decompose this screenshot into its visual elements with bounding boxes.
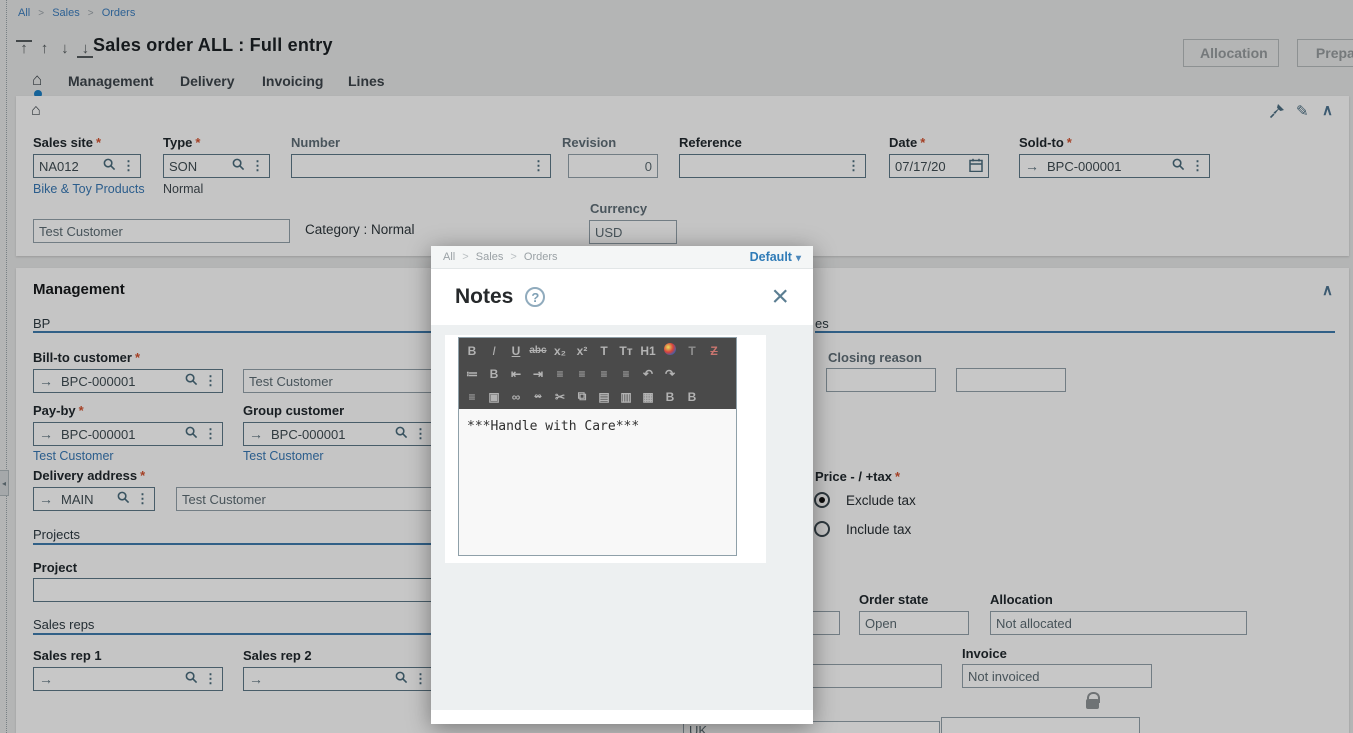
breadcrumb-item-sales[interactable]: Sales: [476, 251, 504, 263]
bullet-list-icon[interactable]: ≔: [461, 367, 483, 381]
align-center-icon[interactable]: ≡: [571, 367, 593, 381]
italic-icon[interactable]: I: [483, 344, 505, 358]
outdent-icon[interactable]: ⇤: [505, 367, 527, 381]
view-selector[interactable]: Default▾: [750, 250, 801, 264]
cut-icon[interactable]: ✂: [549, 390, 571, 404]
image-icon[interactable]: ▣: [483, 390, 505, 404]
caret-down-icon: ▾: [796, 253, 801, 264]
unlink-icon[interactable]: ∞: [527, 391, 549, 402]
align-left-icon[interactable]: ≡: [549, 367, 571, 381]
paste-text-icon[interactable]: ▥: [615, 390, 637, 404]
bold-icon[interactable]: B: [461, 344, 483, 358]
underline-icon[interactable]: U: [505, 344, 527, 358]
font-color-icon[interactable]: [659, 343, 681, 358]
align-justify-icon[interactable]: ≡: [615, 367, 637, 381]
copy-icon[interactable]: ⧉: [571, 389, 593, 404]
text-size-icon[interactable]: T: [593, 344, 615, 358]
note-text-area[interactable]: ***Handle with Care***: [459, 409, 736, 555]
small-caps-icon[interactable]: Tᴛ: [615, 344, 637, 358]
dialog-title: Notes: [455, 285, 513, 309]
bold-alt-icon[interactable]: B: [659, 390, 681, 404]
breadcrumb-item-all[interactable]: All: [443, 251, 455, 263]
undo-icon[interactable]: ↶: [637, 367, 659, 381]
strikethrough-icon[interactable]: abc: [527, 345, 549, 356]
print-icon[interactable]: ▦: [637, 390, 659, 404]
dialog-breadcrumb-bar: All > Sales > Orders Default▾: [431, 246, 813, 269]
breadcrumb-separator: >: [462, 251, 468, 263]
bold-alt2-icon[interactable]: B: [681, 390, 703, 404]
rich-text-editor: BIUabcx₂x²TTᴛH1TZ≔B⇤⇥≡≡≡≡↶↷≡▣∞∞✂⧉▤▥▦BB *…: [458, 337, 737, 556]
application-window: All > Sales > Orders ↑ ↑ ↓ ↓ Sales order…: [0, 0, 1353, 733]
align-right-icon[interactable]: ≡: [593, 367, 615, 381]
help-icon[interactable]: ?: [525, 287, 545, 307]
blockquote-icon[interactable]: B: [483, 367, 505, 381]
subscript-icon[interactable]: x₂: [549, 344, 571, 358]
dialog-footer: [431, 710, 813, 724]
horizontal-rule-icon[interactable]: ≡: [461, 390, 483, 404]
link-icon[interactable]: ∞: [505, 390, 527, 404]
dialog-breadcrumb: All > Sales > Orders: [443, 251, 558, 263]
superscript-icon[interactable]: x²: [571, 344, 593, 358]
paste-icon[interactable]: ▤: [593, 390, 615, 404]
notes-dialog: All > Sales > Orders Default▾ Notes ? × …: [431, 246, 813, 724]
redo-icon[interactable]: ↷: [659, 367, 681, 381]
breadcrumb-separator: >: [510, 251, 516, 263]
text-color-icon[interactable]: T: [681, 344, 703, 358]
editor-toolbar: BIUabcx₂x²TTᴛH1TZ≔B⇤⇥≡≡≡≡↶↷≡▣∞∞✂⧉▤▥▦BB: [459, 338, 736, 409]
heading-icon[interactable]: H1: [637, 344, 659, 358]
breadcrumb-item-orders[interactable]: Orders: [524, 251, 558, 263]
dialog-header: Notes ? ×: [431, 269, 813, 325]
close-icon[interactable]: ×: [771, 287, 789, 307]
indent-icon[interactable]: ⇥: [527, 367, 549, 381]
remove-format-icon[interactable]: Z: [703, 344, 725, 358]
